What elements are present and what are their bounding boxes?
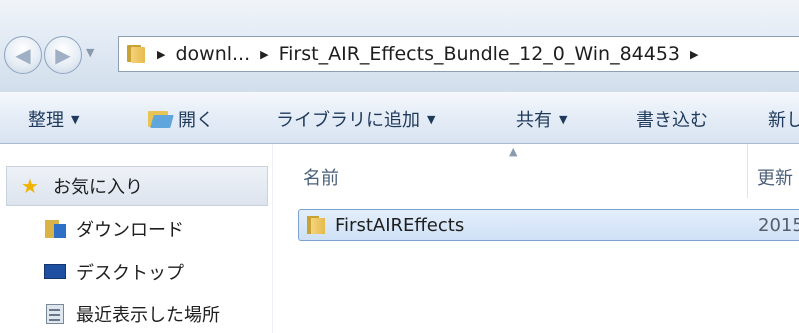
nav-item-label: 最近表示した場所 [76, 305, 220, 326]
file-row[interactable]: FirstAIREffects 2015 [298, 209, 799, 241]
recent-places-icon [44, 303, 68, 325]
breadcrumb-arrow-icon[interactable]: ▶ [157, 48, 165, 61]
download-folder-icon [44, 218, 68, 240]
file-date: 2015 [758, 215, 799, 236]
folder-icon [125, 44, 147, 64]
address-box[interactable]: ▶ downl... ▶ First_AIR_Effects_Bundle_12… [118, 36, 799, 72]
column-header-name[interactable]: 名前 [303, 164, 339, 190]
chevron-down-icon: ▼ [71, 112, 80, 126]
file-list-pane: ▲ 名前 更新 FirstAIREffects 2015 [272, 144, 799, 333]
new-folder-button[interactable]: 新し [768, 106, 799, 132]
address-bar-area: ◀ ▶ ▼ ▶ downl... ▶ First_AIR_Effects_Bun… [0, 0, 799, 92]
sort-ascending-icon: ▲ [509, 145, 518, 158]
breadcrumb-arrow-icon[interactable]: ▶ [260, 48, 268, 61]
new-label: 新し [768, 110, 799, 131]
organize-button[interactable]: 整理 ▼ [28, 106, 79, 132]
column-header-date[interactable]: 更新 [757, 164, 793, 190]
organize-label: 整理 [28, 110, 64, 131]
command-bar: 整理 ▼ 開く ライブラリに追加 ▼ 共有 ▼ 書き込む 新し [0, 92, 799, 144]
history-dropdown-icon[interactable]: ▼ [86, 46, 94, 59]
file-name: FirstAIREffects [335, 214, 465, 236]
nav-item-recent-places[interactable]: 最近表示した場所 [44, 297, 270, 331]
burn-label: 書き込む [636, 110, 708, 131]
column-divider[interactable] [747, 144, 748, 198]
nav-item-label: デスクトップ [76, 263, 184, 284]
navigation-pane: ★ お気に入り ダウンロード デスクトップ 最近表示した場所 [0, 144, 270, 333]
open-button[interactable]: 開く [148, 106, 214, 132]
star-icon: ★ [21, 174, 39, 198]
breadcrumb-arrow-icon[interactable]: ▶ [690, 48, 698, 61]
folder-icon [307, 215, 327, 235]
breadcrumb-downloads[interactable]: downl... [175, 43, 250, 65]
nav-item-label: ダウンロード [76, 220, 184, 241]
forward-button[interactable]: ▶ [44, 36, 82, 74]
forward-arrow-icon: ▶ [55, 43, 71, 67]
share-button[interactable]: 共有 ▼ [516, 106, 567, 132]
add-to-library-label: ライブラリに追加 [276, 110, 420, 131]
burn-button[interactable]: 書き込む [636, 106, 708, 132]
nav-item-desktop[interactable]: デスクトップ [44, 255, 270, 289]
breadcrumb-bundle-folder[interactable]: First_AIR_Effects_Bundle_12_0_Win_84453 [279, 43, 680, 65]
nav-item-downloads[interactable]: ダウンロード [44, 212, 270, 246]
back-button[interactable]: ◀ [4, 36, 42, 74]
open-folder-icon [148, 109, 174, 129]
add-to-library-button[interactable]: ライブラリに追加 ▼ [276, 106, 435, 132]
nav-favorites-label: お気に入り [53, 177, 143, 198]
chevron-down-icon: ▼ [559, 112, 568, 126]
share-label: 共有 [516, 110, 552, 131]
desktop-icon [44, 261, 68, 283]
nav-favorites[interactable]: ★ お気に入り [6, 166, 268, 206]
chevron-down-icon: ▼ [427, 112, 436, 126]
back-arrow-icon: ◀ [15, 43, 31, 67]
open-label: 開く [178, 110, 214, 131]
